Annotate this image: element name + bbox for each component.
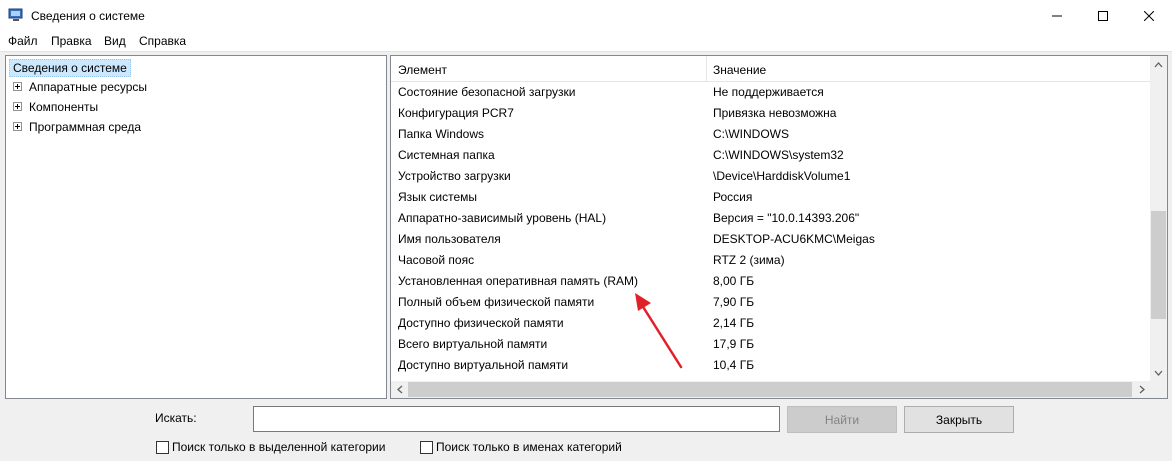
table-row[interactable]: Состояние безопасной загрузки Не поддержи… (391, 82, 1150, 103)
checkbox-label: Поиск только в выделенной категории (172, 440, 386, 454)
search-category-names-checkbox[interactable]: Поиск только в именах категорий (420, 439, 622, 455)
scroll-up-button[interactable] (1150, 56, 1167, 73)
minimize-icon (1052, 15, 1062, 16)
row-name: Папка Windows (398, 127, 484, 141)
scroll-down-button[interactable] (1150, 364, 1167, 381)
row-name: Состояние безопасной загрузки (398, 85, 576, 99)
row-name: Аппаратно-зависимый уровень (HAL) (398, 211, 607, 225)
row-name: Полный объем физической памяти (398, 295, 595, 309)
search-selected-category-checkbox[interactable]: Поиск только в выделенной категории (156, 439, 385, 455)
row-value: \Device\HarddiskVolume1 (713, 169, 851, 183)
row-value: Привязка невозможна (713, 106, 837, 120)
row-value: RTZ 2 (зима) (713, 253, 785, 267)
row-name: Имя пользователя (398, 232, 501, 246)
chevron-up-icon (1154, 61, 1163, 67)
table-row[interactable]: Язык системы Россия (391, 187, 1150, 208)
search-input[interactable] (253, 406, 780, 432)
horizontal-scrollbar[interactable] (391, 381, 1150, 398)
expand-icon[interactable] (13, 102, 22, 111)
table-row[interactable]: Доступно физической памяти 2,14 ГБ (391, 313, 1150, 334)
vertical-scrollbar[interactable] (1150, 56, 1167, 381)
menu-bar: Файл Правка Вид Справка (0, 31, 1172, 51)
table-row[interactable]: Установленная оперативная память (RAM) 8,… (391, 271, 1150, 292)
row-name: Установленная оперативная память (RAM) (398, 274, 638, 288)
row-name: Конфигурация PCR7 (398, 106, 514, 120)
vertical-scroll-thumb[interactable] (1151, 211, 1166, 319)
close-window-button[interactable] (1126, 0, 1172, 31)
table-row[interactable]: Часовой пояс RTZ 2 (зима) (391, 250, 1150, 271)
search-label: Искать: (155, 411, 197, 425)
row-value: 8,00 ГБ (713, 274, 755, 288)
close-icon (1144, 10, 1154, 21)
row-name: Устройство загрузки (398, 169, 511, 183)
table-row[interactable]: Устройство загрузки \Device\HarddiskVolum… (391, 166, 1150, 187)
table-row[interactable]: Папка Windows C:\WINDOWS (391, 124, 1150, 145)
column-divider[interactable] (706, 56, 707, 82)
row-value: C:\WINDOWS\system32 (713, 148, 844, 162)
chevron-down-icon (1154, 370, 1163, 376)
table-row[interactable]: Всего виртуальной памяти 17,9 ГБ (391, 334, 1150, 355)
row-value: 2,14 ГБ (713, 316, 755, 330)
tree-item-label: Программная среда (29, 120, 142, 134)
expand-icon[interactable] (13, 82, 22, 91)
maximize-button[interactable] (1080, 0, 1126, 31)
scrollbar-corner (1150, 381, 1167, 398)
chevron-right-icon (1139, 385, 1145, 394)
tree-item-label: Аппаратные ресурсы (29, 80, 148, 94)
menu-edit[interactable]: Правка (51, 34, 92, 48)
row-value: 17,9 ГБ (713, 337, 755, 351)
column-header-item[interactable]: Элемент (398, 63, 447, 77)
minimize-button[interactable] (1034, 0, 1080, 31)
chevron-left-icon (396, 385, 402, 394)
row-value: Версия = "10.0.14393.206" (713, 211, 860, 225)
row-value: DESKTOP-ACU6KMC\Meigas (713, 232, 875, 246)
window-title: Сведения о системе (31, 9, 145, 23)
menu-file[interactable]: Файл (8, 34, 38, 48)
row-value: 7,90 ГБ (713, 295, 755, 309)
scroll-left-button[interactable] (391, 381, 408, 398)
find-button[interactable]: Найти (787, 406, 897, 433)
row-name: Доступно виртуальной памяти (398, 358, 569, 372)
row-value: 10,4 ГБ (713, 358, 755, 372)
scroll-right-button[interactable] (1133, 381, 1150, 398)
table-row[interactable]: Полный объем физической памяти 7,90 ГБ (391, 292, 1150, 313)
table-row[interactable]: Аппаратно-зависимый уровень (HAL) Версия … (391, 208, 1150, 229)
details-list[interactable]: Элемент Значение Состояние безопасной за… (390, 55, 1168, 399)
close-button[interactable]: Закрыть (904, 406, 1014, 433)
list-header: Элемент Значение (391, 56, 1150, 82)
table-row[interactable]: Доступно виртуальной памяти 10,4 ГБ (391, 355, 1150, 376)
table-row[interactable]: Системная папка C:\WINDOWS\system32 (391, 145, 1150, 166)
tree-item-system-summary[interactable]: Сведения о системе (9, 59, 131, 77)
checkbox-label: Поиск только в именах категорий (436, 440, 622, 454)
table-row[interactable]: Имя пользователя DESKTOP-ACU6KMC\Meigas (391, 229, 1150, 250)
row-value: Не поддерживается (713, 85, 824, 99)
system-info-app-icon (8, 8, 23, 21)
maximize-icon (1098, 10, 1108, 21)
row-name: Системная папка (398, 148, 495, 162)
row-name: Часовой пояс (398, 253, 475, 267)
menu-view[interactable]: Вид (104, 34, 126, 48)
row-value: C:\WINDOWS (713, 127, 789, 141)
row-name: Язык системы (398, 190, 477, 204)
row-name: Доступно физической памяти (398, 316, 564, 330)
category-tree[interactable]: Сведения о системе Аппаратные ресурсы Ко… (5, 55, 387, 399)
row-name: Всего виртуальной памяти (398, 337, 548, 351)
title-bar: Сведения о системе (0, 0, 1172, 32)
column-header-value[interactable]: Значение (713, 63, 766, 77)
expand-icon[interactable] (13, 122, 22, 131)
checkbox-box[interactable] (156, 440, 169, 454)
checkbox-box[interactable] (420, 440, 433, 454)
table-row[interactable]: Конфигурация PCR7 Привязка невозможна (391, 103, 1150, 124)
menu-help[interactable]: Справка (139, 34, 186, 48)
horizontal-scroll-thumb[interactable] (408, 382, 1132, 397)
row-value: Россия (713, 190, 753, 204)
tree-item-label: Компоненты (29, 100, 99, 114)
